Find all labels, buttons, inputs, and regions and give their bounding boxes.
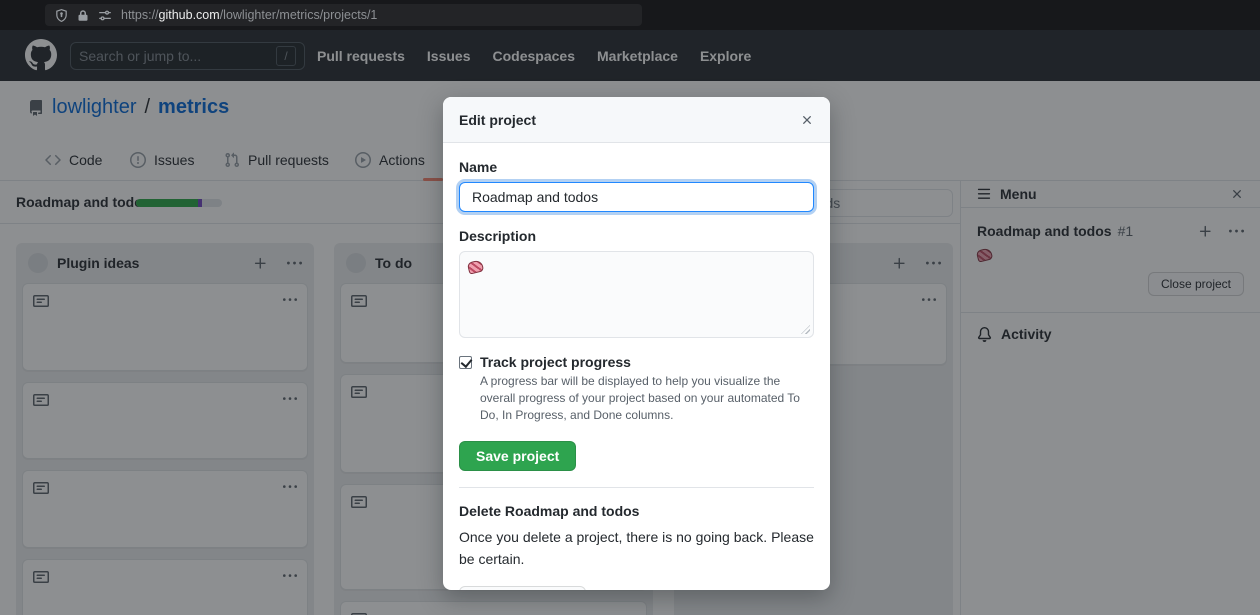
- shield-icon[interactable]: [55, 9, 68, 22]
- description-label: Description: [459, 228, 814, 244]
- browser-chrome: https://github.com/lowlighter/metrics/pr…: [0, 0, 1260, 30]
- delete-heading: Delete Roadmap and todos: [459, 503, 814, 519]
- track-progress-label: Track project progress: [480, 354, 631, 370]
- save-project-button[interactable]: Save project: [459, 441, 576, 471]
- url-text[interactable]: https://github.com/lowlighter/metrics/pr…: [121, 8, 377, 22]
- modal-header: Edit project: [443, 97, 830, 143]
- permissions-icon[interactable]: [98, 9, 112, 22]
- name-label: Name: [459, 159, 814, 175]
- url-path: /lowlighter/metrics/projects/1: [220, 8, 378, 22]
- track-progress-checkbox[interactable]: [459, 356, 472, 369]
- modal-divider: [459, 487, 814, 488]
- modal-title: Edit project: [459, 112, 800, 128]
- modal-body: Name Description Track project progress …: [443, 143, 830, 590]
- description-textarea[interactable]: [459, 251, 814, 338]
- delete-warning-text: Once you delete a project, there is no g…: [459, 527, 814, 570]
- address-bar[interactable]: https://github.com/lowlighter/metrics/pr…: [45, 4, 642, 26]
- description-emoji: [467, 259, 484, 274]
- delete-project-button[interactable]: Delete project: [459, 586, 586, 590]
- lock-icon[interactable]: [77, 9, 89, 22]
- edit-project-modal: Edit project Name Description Track proj…: [443, 97, 830, 590]
- track-progress-help: A progress bar will be displayed to help…: [480, 373, 814, 424]
- resize-handle[interactable]: [801, 325, 810, 334]
- modal-close-icon[interactable]: [800, 113, 814, 127]
- url-host: github.com: [159, 8, 220, 22]
- project-name-input[interactable]: [459, 182, 814, 212]
- app-root: https://github.com/lowlighter/metrics/pr…: [0, 0, 1260, 615]
- url-scheme: https://: [121, 8, 159, 22]
